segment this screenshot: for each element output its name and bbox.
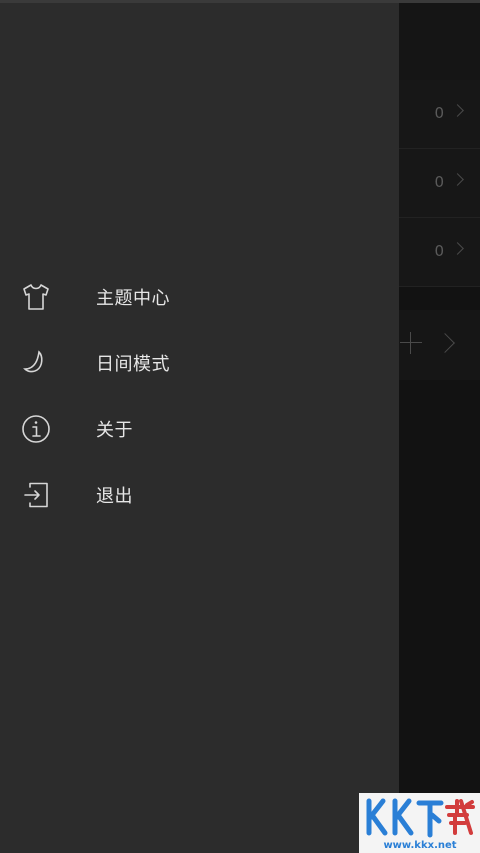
menu-item-label: 关于 bbox=[96, 420, 133, 441]
moon-icon bbox=[20, 347, 52, 379]
chevron-right-icon bbox=[451, 104, 464, 117]
chevron-right-icon bbox=[451, 242, 464, 255]
menu-item-theme-center[interactable]: 主题中心 bbox=[0, 269, 399, 325]
info-icon bbox=[20, 413, 52, 445]
logout-icon bbox=[20, 479, 52, 511]
watermark-logo: www.kkx.net bbox=[359, 793, 480, 853]
row-count: 0 bbox=[434, 242, 444, 260]
menu-item-label: 退出 bbox=[96, 486, 133, 507]
chevron-right-icon bbox=[451, 173, 464, 186]
row-count: 0 bbox=[434, 104, 444, 122]
chevron-right-icon bbox=[435, 333, 455, 353]
menu-item-label: 日间模式 bbox=[96, 354, 170, 375]
menu-item-label: 主题中心 bbox=[96, 288, 170, 309]
side-drawer: 主题中心 日间模式 关于 退出 bbox=[0, 3, 399, 853]
plus-icon[interactable] bbox=[400, 332, 422, 354]
screen: 0 0 0 主题中心 日间模式 关于 退出 www.kkx.net bbox=[0, 0, 480, 853]
watermark-domain: www.kkx.net bbox=[383, 840, 456, 851]
row-count: 0 bbox=[434, 173, 444, 191]
tshirt-icon bbox=[20, 281, 52, 313]
menu-item-logout[interactable]: 退出 bbox=[0, 467, 399, 523]
menu-item-about[interactable]: 关于 bbox=[0, 401, 399, 457]
menu-item-day-mode[interactable]: 日间模式 bbox=[0, 335, 399, 391]
